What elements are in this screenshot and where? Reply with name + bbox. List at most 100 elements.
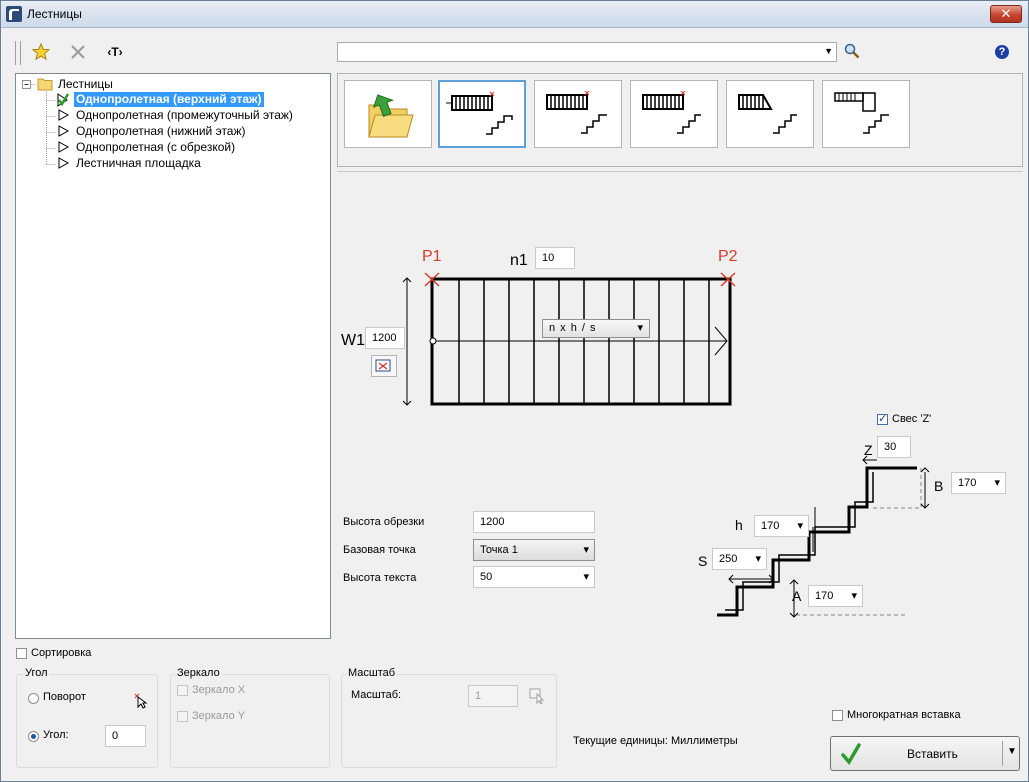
text-height-combo[interactable]: 50 — [473, 566, 595, 588]
tree-root-label[interactable]: Лестницы — [58, 77, 113, 91]
pick-rotation-icon[interactable] — [134, 693, 148, 709]
stairs-dialog: Лестницы ✕ ‹T› ▼ ? Лестницы Однопролетна… — [0, 0, 1029, 782]
stair-cut-thumb-icon — [738, 94, 797, 134]
stairs-tree[interactable]: Лестницы Однопролетная (верхний этаж) Од… — [15, 73, 331, 639]
n1-input[interactable]: 10 — [535, 247, 575, 269]
stair-top-thumb-icon — [446, 91, 513, 135]
pick-width-button[interactable] — [371, 355, 397, 377]
tree-item-landing[interactable]: Лестничная площадка — [76, 156, 201, 171]
angle-label: Угол: — [43, 729, 69, 741]
z-input[interactable]: 30 — [877, 436, 911, 458]
angle-input[interactable]: 0 — [105, 725, 146, 747]
stair-item-icon — [58, 109, 70, 121]
multi-insert-label: Многократная вставка — [847, 709, 961, 721]
b-combo[interactable]: 170 — [951, 472, 1006, 494]
multi-insert-checkbox[interactable] — [832, 710, 843, 721]
mirror-x-label: Зеркало X — [192, 684, 246, 696]
checked-stair-icon — [57, 93, 70, 107]
close-button[interactable]: ✕ — [990, 5, 1022, 23]
n1-label: n1 — [510, 252, 528, 269]
base-point-combo[interactable]: Точка 1 — [473, 539, 595, 561]
thumb-stair-top[interactable] — [438, 80, 526, 148]
rotation-label: Поворот — [43, 691, 86, 703]
angle-group — [16, 674, 158, 768]
h-label: h — [735, 517, 743, 533]
p1-label: P1 — [422, 248, 442, 265]
split-divider — [1002, 741, 1003, 766]
scale-label: Масштаб: — [351, 689, 402, 701]
folder-icon — [37, 78, 53, 91]
stair-item-icon — [58, 141, 70, 153]
search-icon — [844, 43, 860, 59]
text-height-label: Высота текста — [343, 572, 417, 584]
stair-middle-thumb-icon — [546, 90, 607, 134]
app-icon — [6, 6, 22, 22]
cut-height-input[interactable]: 1200 — [473, 511, 595, 533]
mirror-y-label: Зеркало Y — [192, 710, 246, 722]
mirror-x-checkbox[interactable] — [177, 685, 188, 696]
text-tool-button[interactable]: ‹T› — [104, 41, 126, 63]
favorite-button[interactable] — [30, 41, 52, 63]
b-label: B — [934, 478, 944, 494]
scale-input[interactable]: 1 — [468, 685, 518, 707]
thumb-open-folder[interactable] — [344, 80, 432, 148]
insert-button-label: Вставить — [907, 747, 958, 761]
sort-checkbox[interactable] — [16, 648, 27, 659]
help-icon[interactable]: ? — [995, 45, 1009, 59]
star-icon — [31, 42, 51, 61]
mirror-group-title: Зеркало — [175, 667, 222, 679]
step-formula-combo[interactable]: n x h / s — [542, 319, 650, 338]
chevron-down-icon[interactable]: ▼ — [824, 46, 833, 56]
tree-item-middle-floor[interactable]: Однопролетная (промежуточный этаж) — [76, 108, 293, 123]
a-combo[interactable]: 170 — [808, 585, 863, 607]
a-label: A — [792, 588, 802, 604]
text-tool-icon: ‹T› — [107, 45, 123, 59]
toolbar-grip — [15, 41, 21, 65]
checkmark-icon — [841, 743, 861, 765]
pick-width-icon — [375, 359, 391, 372]
overhang-z-label: Свес 'Z' — [892, 413, 932, 425]
search-combo[interactable]: ▼ — [337, 42, 837, 62]
thumbnail-strip — [337, 73, 1023, 167]
stair-plan-drawing — [402, 272, 930, 618]
cut-height-label: Высота обрезки — [343, 516, 425, 528]
w1-label: W1 — [341, 332, 365, 349]
s-combo[interactable]: 250 — [712, 548, 767, 570]
insert-button[interactable]: Вставить ▼ — [830, 736, 1020, 771]
w1-input[interactable]: 1200 — [365, 327, 405, 349]
folder-open-icon — [368, 94, 414, 138]
sort-label: Сортировка — [31, 647, 92, 659]
angle-radio[interactable] — [28, 731, 39, 742]
thumb-landing[interactable] — [822, 80, 910, 148]
pick-scale-icon[interactable] — [529, 688, 547, 704]
h-combo[interactable]: 170 — [754, 515, 809, 537]
insert-dropdown-arrow[interactable]: ▼ — [1007, 746, 1017, 757]
rotation-radio[interactable] — [28, 693, 39, 704]
scale-group-title: Масштаб — [346, 667, 398, 679]
landing-thumb-icon — [834, 92, 889, 134]
search-button[interactable] — [844, 43, 860, 62]
parameter-preview: P1 P2 n1 10 W1 1200 n x h / s Свес 'Z' Z… — [337, 171, 1023, 641]
stair-bottom-thumb-icon — [642, 90, 701, 134]
tree-item-top-floor[interactable]: Однопролетная (верхний этаж) — [74, 92, 264, 107]
s-label: S — [698, 553, 708, 569]
angle-group-title: Угол — [23, 667, 50, 679]
tree-item-bottom-floor[interactable]: Однопролетная (нижний этаж) — [76, 124, 246, 139]
stair-item-icon — [58, 125, 70, 137]
thumb-stair-middle[interactable] — [534, 80, 622, 148]
p2-label: P2 — [718, 248, 738, 265]
stair-item-icon — [58, 157, 70, 169]
delete-button[interactable] — [67, 41, 89, 63]
thumb-stair-cut[interactable] — [726, 80, 814, 148]
mirror-y-checkbox[interactable] — [177, 711, 188, 722]
units-text: Текущие единицы: Миллиметры — [573, 735, 738, 747]
close-icon: ✕ — [1000, 6, 1012, 21]
z-label: Z — [864, 442, 873, 458]
tree-item-with-cut[interactable]: Однопролетная (с обрезкой) — [76, 140, 235, 155]
window-title: Лестницы — [27, 7, 82, 21]
thumb-stair-bottom[interactable] — [630, 80, 718, 148]
title-bar[interactable]: Лестницы ✕ — [1, 1, 1028, 28]
base-point-label: Базовая точка — [343, 544, 416, 556]
overhang-z-checkbox[interactable] — [877, 412, 888, 425]
delete-x-icon — [71, 45, 85, 59]
